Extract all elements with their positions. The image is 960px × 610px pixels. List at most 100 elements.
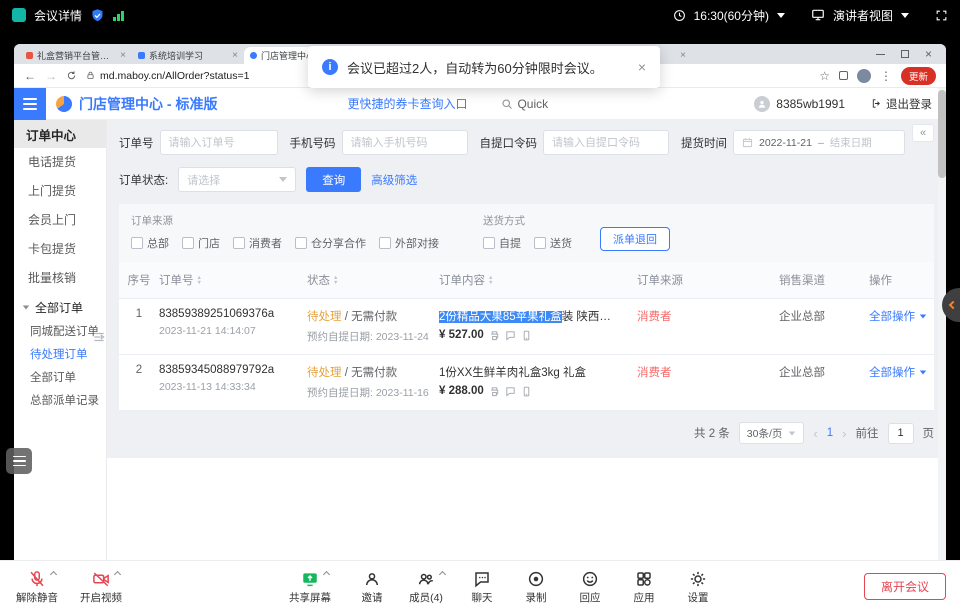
minimize-icon[interactable] — [876, 54, 885, 55]
checkbox-icon[interactable] — [233, 237, 245, 249]
message-icon[interactable] — [505, 386, 516, 397]
view-dropdown-icon[interactable] — [901, 13, 909, 18]
dispatch-return-button[interactable]: 派单退回 — [600, 227, 670, 251]
site-info-icon[interactable] — [86, 71, 95, 80]
close-icon[interactable] — [925, 45, 932, 63]
sort-icon[interactable] — [197, 276, 202, 285]
hamburger-menu-button[interactable] — [14, 88, 46, 120]
logout-link[interactable]: 退出登录 — [871, 96, 932, 112]
toolbar-reaction-button[interactable]: 回应 — [563, 564, 617, 610]
browser-tab[interactable]: 礼盒营销平台管理中心 — [20, 47, 132, 64]
timer-dropdown-icon[interactable] — [777, 13, 785, 18]
header-status[interactable]: 状态 — [307, 272, 439, 288]
chevron-up-icon[interactable] — [439, 571, 446, 578]
checkbox-icon[interactable] — [483, 237, 495, 249]
tab-close-icon[interactable] — [232, 50, 238, 61]
sidebar-item-phone-pickup[interactable]: 电话提货 — [14, 148, 106, 177]
prev-page-icon[interactable] — [813, 426, 817, 441]
bookmark-star-icon[interactable] — [819, 67, 830, 85]
leave-meeting-button[interactable]: 离开会议 — [864, 573, 946, 600]
fullscreen-icon[interactable] — [935, 9, 948, 22]
current-page[interactable]: 1 — [827, 427, 833, 439]
checkbox-warehouse-coop[interactable]: 仓分享合作 — [295, 235, 366, 251]
sidebar-item-hq-dispatch-log[interactable]: 总部派单记录 — [14, 390, 106, 413]
forward-icon[interactable] — [45, 67, 57, 85]
row-action-dropdown[interactable]: 全部操作 — [869, 308, 934, 324]
checkbox-hq[interactable]: 总部 — [131, 235, 169, 251]
sidebar-item-door-pickup[interactable]: 上门提货 — [14, 177, 106, 206]
phone-input[interactable] — [342, 130, 468, 155]
checkbox-icon[interactable] — [131, 237, 143, 249]
goto-page-input[interactable] — [888, 423, 914, 444]
back-icon[interactable] — [24, 67, 36, 85]
sidebar-item-member-visit[interactable]: 会员上门 — [14, 206, 106, 235]
security-shield-icon[interactable] — [90, 8, 105, 23]
meeting-detail-link[interactable]: 会议详情 — [34, 7, 82, 24]
browser-update-button[interactable]: 更新 — [901, 67, 936, 85]
page-size-select[interactable]: 30条/页 — [739, 422, 805, 444]
browser-menu-icon[interactable] — [880, 67, 892, 85]
order-no-input[interactable] — [160, 130, 278, 155]
checkbox-external[interactable]: 外部对接 — [379, 235, 439, 251]
meeting-timer[interactable]: 16:30(60分钟) — [694, 7, 769, 24]
printer-icon[interactable] — [489, 330, 500, 341]
advanced-filter-link[interactable]: 高级筛选 — [371, 172, 417, 188]
header-order-no[interactable]: 订单号 — [159, 272, 307, 288]
toolbar-mute-button[interactable]: 解除静音 — [10, 564, 64, 610]
phone-icon[interactable] — [521, 386, 532, 397]
row-action-dropdown[interactable]: 全部操作 — [869, 364, 934, 380]
sidebar-item-batch-verify[interactable]: 批量核销 — [14, 264, 106, 293]
sidebar-item-pending-orders[interactable]: 待处理订单 — [14, 344, 106, 367]
toolbar-members-button[interactable]: 成员(4) — [399, 564, 453, 610]
checkbox-icon[interactable] — [534, 237, 546, 249]
view-mode-label[interactable]: 演讲者视图 — [833, 7, 893, 24]
toolbar-share-button[interactable]: 共享屏幕 — [283, 564, 337, 610]
toolbar-chat-button[interactable]: 聊天 — [455, 564, 509, 610]
toolbar-apps-button[interactable]: 应用 — [617, 564, 671, 610]
checkbox-icon[interactable] — [379, 237, 391, 249]
coupon-query-link[interactable]: 更快捷的券卡查询入口 — [347, 95, 467, 112]
checkbox-icon[interactable] — [182, 237, 194, 249]
checkbox-consumer[interactable]: 消费者 — [233, 235, 282, 251]
checkbox-delivery[interactable]: 送货 — [534, 235, 572, 251]
header-content[interactable]: 订单内容 — [439, 272, 637, 288]
message-icon[interactable] — [505, 330, 516, 341]
user-account[interactable]: 8385wb1991 — [754, 96, 845, 112]
query-button[interactable]: 查询 — [306, 167, 361, 192]
checkbox-self-pickup[interactable]: 自提 — [483, 235, 521, 251]
tab-close-icon[interactable] — [120, 50, 126, 61]
printer-icon[interactable] — [489, 386, 500, 397]
floating-list-button[interactable] — [6, 448, 32, 474]
sidebar-item-card-pickup[interactable]: 卡包提货 — [14, 235, 106, 264]
sidebar-item-all-orders[interactable]: 全部订单 — [14, 367, 106, 390]
collapse-panel-button[interactable] — [912, 124, 934, 142]
toast-close-icon[interactable] — [638, 59, 646, 75]
phone-icon[interactable] — [521, 330, 532, 341]
checkbox-store[interactable]: 门店 — [182, 235, 220, 251]
checkbox-icon[interactable] — [295, 237, 307, 249]
toolbar-settings-button[interactable]: 设置 — [671, 564, 725, 610]
extensions-icon[interactable] — [839, 71, 848, 80]
pickup-code-input[interactable] — [543, 130, 669, 155]
toolbar-video-button[interactable]: 开启视频 — [74, 564, 128, 610]
browser-profile-avatar[interactable] — [857, 69, 871, 83]
sort-icon[interactable] — [488, 276, 493, 285]
next-page-icon[interactable] — [842, 426, 846, 441]
toolbar-record-button[interactable]: 录制 — [509, 564, 563, 610]
browser-tab[interactable]: 系统培训学习 — [132, 47, 244, 64]
order-status-label: 订单状态: — [119, 172, 168, 188]
chevron-up-icon[interactable] — [50, 571, 57, 578]
scrollbar-thumb[interactable] — [938, 90, 946, 178]
quick-search[interactable]: Quick — [501, 97, 548, 111]
tab-close-icon[interactable] — [680, 50, 686, 61]
maximize-icon[interactable] — [901, 50, 909, 58]
order-status-select[interactable]: 请选择 — [178, 167, 296, 192]
toolbar-invite-button[interactable]: 邀请 — [345, 564, 399, 610]
sidebar-group-all-orders[interactable]: 全部订单 — [14, 293, 106, 321]
chevron-up-icon[interactable] — [114, 571, 121, 578]
sort-icon[interactable] — [333, 276, 338, 285]
sidebar-collapse-icon[interactable] — [92, 330, 106, 344]
refresh-icon[interactable] — [66, 70, 77, 81]
date-range-picker[interactable]: 2022-11-21 结束日期 — [733, 130, 905, 155]
chevron-up-icon[interactable] — [323, 571, 330, 578]
